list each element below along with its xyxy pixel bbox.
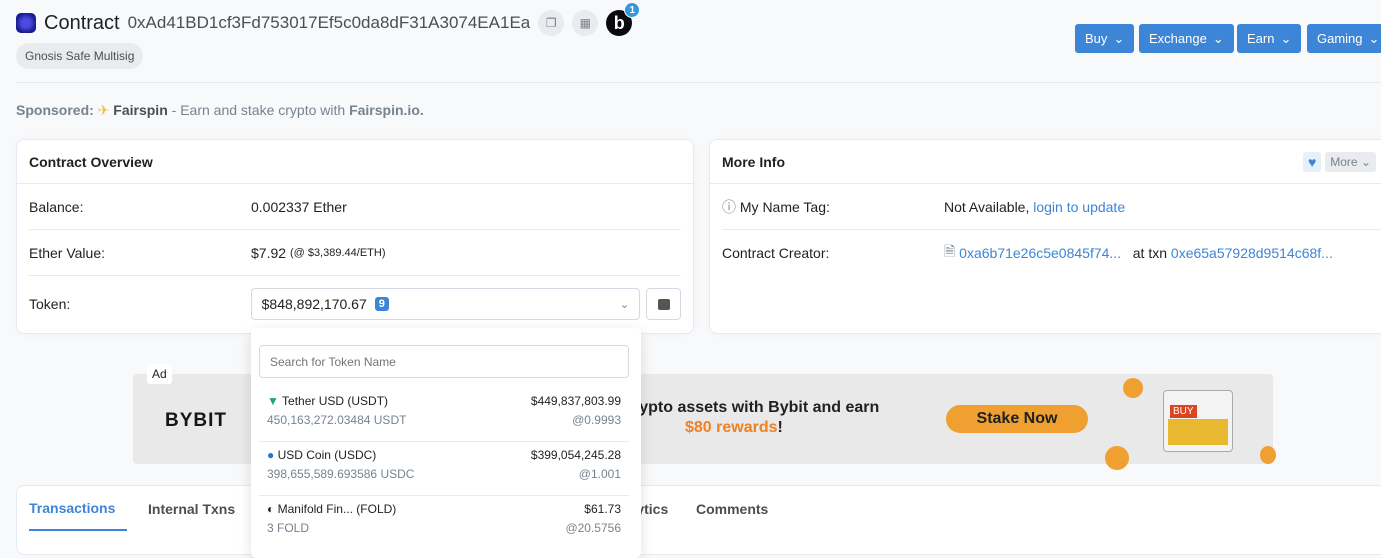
exchange-label: Exchange: [1149, 31, 1207, 46]
login-link[interactable]: login to update: [1033, 199, 1125, 215]
ad-reward: $80 rewards: [685, 419, 778, 436]
more-dropdown[interactable]: More ⌄: [1325, 151, 1376, 172]
more-label: More: [1330, 154, 1358, 169]
exchange-button[interactable]: Exchange ⌄: [1139, 24, 1234, 53]
usd-coin-icon: ●: [267, 448, 275, 462]
name-tag-badge[interactable]: Gnosis Safe Multisig: [16, 43, 144, 69]
token-label: Token:: [29, 296, 71, 312]
sponsored-line: Sponsored: ✈ Fairspin - Earn and stake c…: [16, 102, 424, 119]
token-total: $848,892,170.67: [261, 296, 367, 312]
name-tag-label: ⓘ My Name Tag:: [722, 197, 944, 217]
more-info-card: More Info ♥ More ⌄ ⓘ My Name Tag: Not Avai…: [709, 139, 1381, 334]
ether-value-label: Ether Value:: [29, 244, 106, 261]
blockscan-chat-button[interactable]: b1: [606, 2, 641, 36]
chevron-down-icon: ⌄: [619, 298, 630, 311]
tab-internal-txns[interactable]: Internal Txns: [148, 486, 235, 531]
ether-value: $7.92: [251, 244, 287, 261]
token-search-input[interactable]: [259, 345, 629, 378]
token-name: Manifold Fin... (FOLD): [277, 502, 397, 516]
chevron-down-icon: ⌄: [1280, 30, 1292, 46]
wallet-button[interactable]: [646, 288, 681, 320]
earn-button[interactable]: Earn ⌄: [1237, 24, 1302, 53]
token-price: @20.5756: [565, 521, 621, 535]
token-item-usdc[interactable]: ● USD Coin (USDC) $399,054,245.28 398,655…: [259, 442, 629, 496]
token-amount: 398,655,589.693586 USDC: [267, 467, 415, 481]
more-info-title: More Info: [722, 153, 785, 170]
contract-overview-card: Contract Overview Balance: 0.002337 Ether…: [16, 139, 694, 334]
creation-txn-link[interactable]: 0xe65a57928d9514c68f...: [1171, 245, 1333, 261]
tabs-bar: Transactions Internal Txns Analytics Com…: [16, 485, 1381, 555]
buy-button[interactable]: Buy ⌄: [1075, 24, 1135, 53]
bybit-logo: BYBIT: [165, 410, 227, 431]
ether-rate: (@ $3,389.44/ETH): [289, 246, 386, 259]
overview-title: Contract Overview: [17, 140, 693, 184]
fairspin-icon: ✈: [97, 102, 110, 118]
manifold-icon: ◐: [267, 502, 275, 516]
token-amount: 450,163,272.03484 USDT: [267, 413, 407, 427]
buy-label: Buy: [1085, 31, 1108, 46]
earn-label: Earn: [1247, 31, 1275, 46]
balance-value: 0.002337 Ether: [251, 198, 347, 215]
buy-art-label: BUY: [1170, 405, 1197, 418]
gaming-label: Gaming: [1317, 31, 1363, 46]
token-name: Tether USD (USDT): [282, 394, 389, 408]
creator-address-link[interactable]: 0xa6b71e26c5e0845f74...: [959, 245, 1121, 261]
tab-comments[interactable]: Comments: [696, 486, 768, 531]
sponsored-label: Sponsored:: [16, 102, 94, 118]
token-value: $61.73: [584, 502, 621, 516]
page-title: Contract 0xAd41BD1cf3Fd753017Ef5c0da8dF3…: [16, 2, 641, 36]
bitcoin-coin-icon: [1123, 378, 1143, 398]
token-price: @0.9993: [572, 413, 621, 427]
token-count-badge: 9: [374, 297, 389, 311]
ad-text-end: !: [777, 419, 783, 436]
tether-icon: ▼: [267, 394, 279, 408]
token-item-usdt[interactable]: ▼ Tether USD (USDT) $449,837,803.99 450,1…: [259, 388, 629, 442]
token-price: @1.001: [578, 467, 621, 481]
title-label: Contract: [44, 11, 120, 34]
question-icon: ⓘ: [722, 198, 736, 215]
tab-transactions[interactable]: Transactions: [29, 486, 127, 531]
token-value: $399,054,245.28: [530, 448, 621, 462]
token-value: $449,837,803.99: [530, 394, 621, 408]
at-txn-label: at txn: [1132, 245, 1168, 261]
creator-label: Contract Creator:: [722, 245, 830, 261]
bitcoin-coin-icon: [1260, 446, 1276, 464]
document-icon: 🗎: [944, 243, 956, 259]
sponsor-link[interactable]: Fairspin.io.: [349, 102, 424, 118]
name-tag-text: My Name Tag:: [739, 198, 830, 215]
ad-tag: Ad: [147, 364, 172, 384]
favorite-heart-icon[interactable]: ♥: [1302, 151, 1322, 172]
ad-text: rypto assets with Bybit and earn: [633, 399, 880, 416]
blockscan-letter: b: [613, 12, 625, 33]
bitcoin-coin-icon: [1105, 446, 1129, 470]
sponsor-brand: Fairspin: [113, 102, 168, 118]
stake-now-button[interactable]: Stake Now: [946, 405, 1088, 433]
qr-code-icon[interactable]: ▦: [572, 10, 599, 36]
contract-address: 0xAd41BD1cf3Fd753017Ef5c0da8dF31A3074EA1…: [127, 13, 531, 32]
contract-logo-icon: [16, 13, 36, 33]
token-amount: 3 FOLD: [267, 521, 310, 535]
token-name: USD Coin (USDC): [277, 448, 377, 462]
divider: [16, 82, 1381, 83]
chevron-down-icon: ⌄: [1368, 30, 1380, 46]
notification-count: 1: [624, 2, 641, 18]
copy-icon[interactable]: ❐: [538, 10, 565, 36]
name-tag-value: Not Available,: [944, 198, 1030, 215]
token-holdings-select[interactable]: $848,892,170.67 9 ⌄: [250, 288, 641, 320]
chevron-down-icon: ⌄: [1113, 30, 1125, 46]
sponsor-text: - Earn and stake crypto with: [167, 102, 350, 118]
wallet-icon: [657, 298, 670, 310]
token-dropdown-menu: ▼ Tether USD (USDT) $449,837,803.99 450,1…: [251, 328, 641, 558]
chevron-down-icon: ⌄: [1212, 30, 1224, 46]
trading-chart-illustration: BUY: [1163, 390, 1233, 452]
gaming-button[interactable]: Gaming ⌄: [1307, 24, 1381, 53]
balance-label: Balance:: [29, 198, 84, 215]
